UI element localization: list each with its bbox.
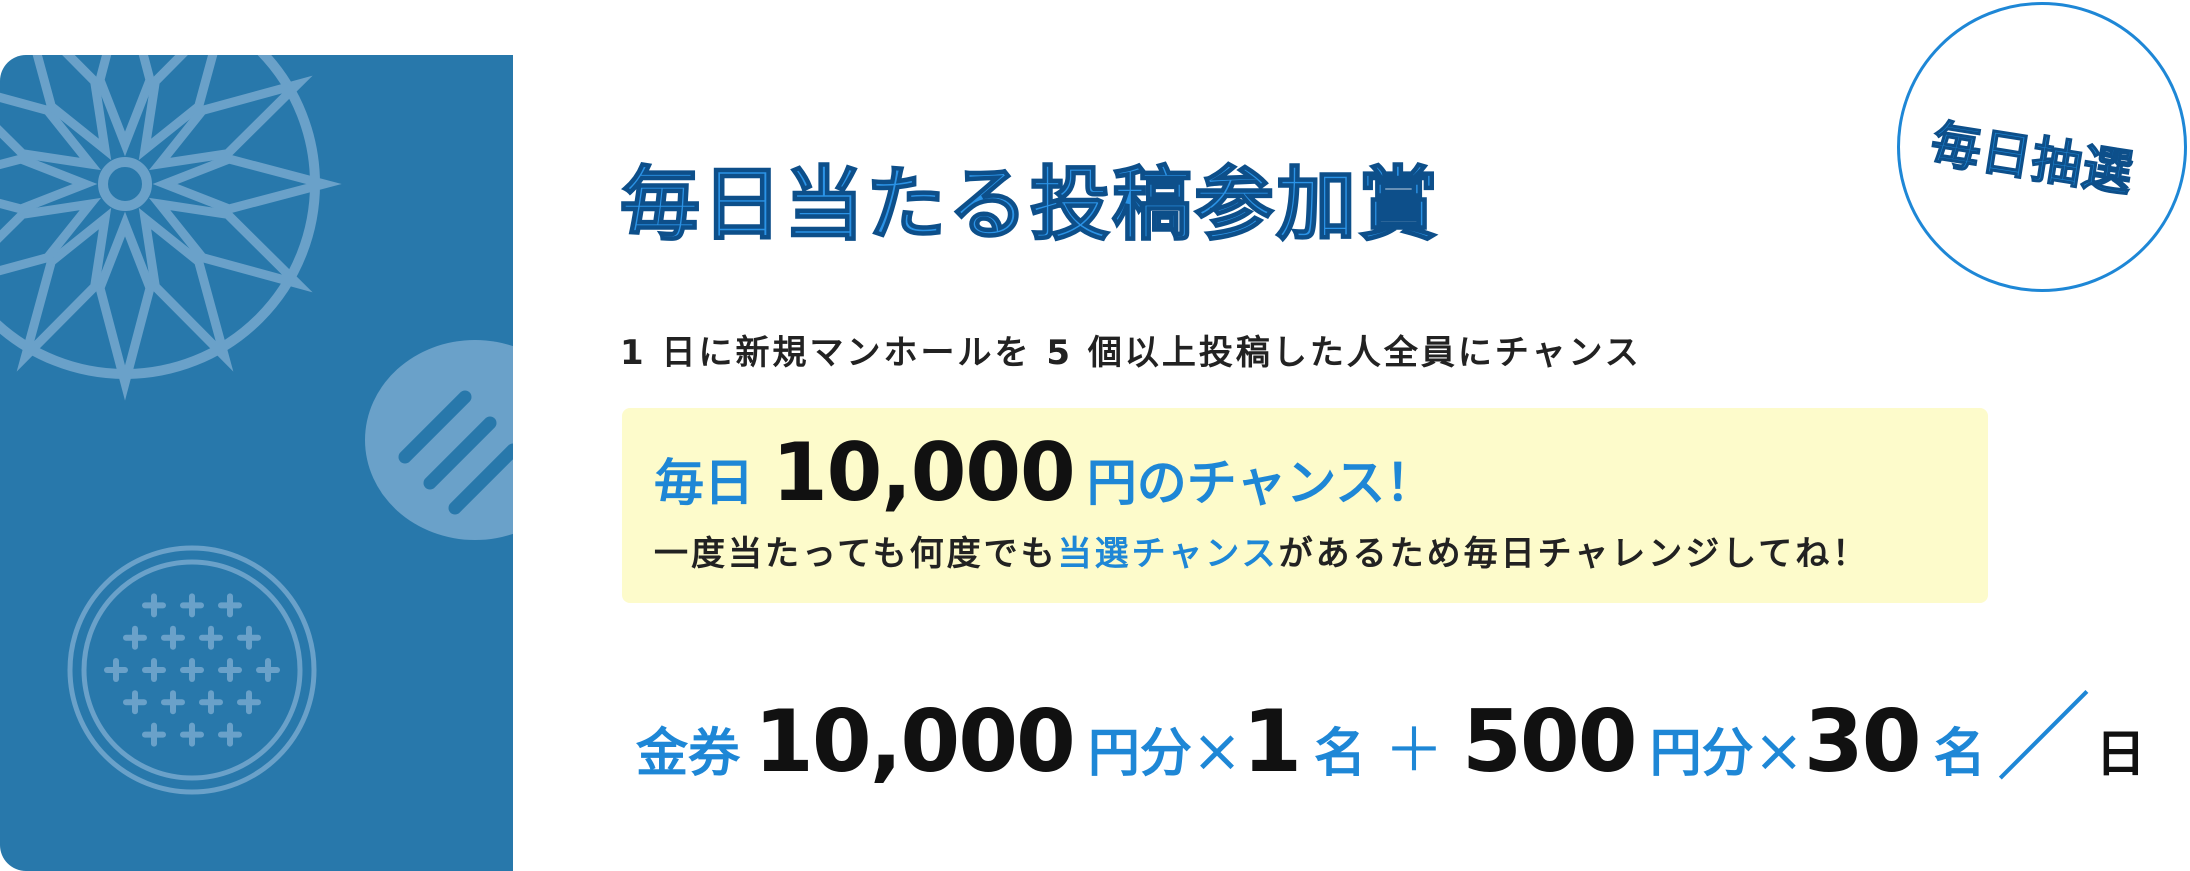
prize-unit-1: 円分 [1087, 724, 1192, 784]
page-title: 毎日当たる投稿参加賞 [619, 158, 1440, 251]
manhole-pattern-icon [0, 55, 513, 795]
chance-note: 一度当たっても何度でも当選チャンスがあるため毎日チャレンジしてね！ [654, 526, 1869, 575]
prize-label: 金券 [636, 724, 741, 784]
description-text: 1 日に新規マンホールを 5 個以上投稿した人全員にチャンス [620, 333, 1642, 373]
prize-amount-1: 10,000 [754, 692, 1076, 792]
note-after: があるため毎日チャレンジしてね！ [1278, 534, 1870, 574]
prize-times-1: × [1191, 716, 1243, 786]
prize-people-1: 名 [1314, 724, 1367, 784]
prize-amount-2: 500 [1462, 692, 1638, 792]
prize-slash: ／ [1995, 682, 2092, 794]
chance-headline: 毎日 10,000 円のチャンス！ [654, 426, 1435, 519]
prize-count-1: 1 [1242, 692, 1302, 792]
prize-unit-2: 円分 [1649, 724, 1754, 784]
prize-people-2: 名 [1933, 724, 1986, 784]
prize-line: 金券 10,000 円分 × 1 名 ＋ 500 円分 × 30 名 ／ 日 [636, 660, 2146, 799]
chance-prefix: 毎日 [654, 454, 754, 512]
note-before: 一度当たっても何度でも [654, 534, 1058, 574]
prize-plus: ＋ [1384, 716, 1445, 786]
chance-highlight-box: 毎日 10,000 円のチャンス！ 一度当たっても何度でも当選チャンスがあるため… [622, 408, 1988, 603]
daily-lottery-badge: 毎日抽選 [1897, 2, 2187, 292]
chance-suffix: 円のチャンス！ [1086, 454, 1436, 512]
badge-text: 毎日抽選 [1926, 114, 2138, 205]
prize-per-day: 日 [2095, 725, 2146, 783]
prize-count-2: 30 [1803, 692, 1922, 792]
prize-times-2: × [1753, 716, 1804, 786]
chance-amount: 10,000 [772, 426, 1076, 519]
decorative-panel [0, 55, 513, 871]
note-emphasis: 当選チャンス [1057, 534, 1279, 574]
